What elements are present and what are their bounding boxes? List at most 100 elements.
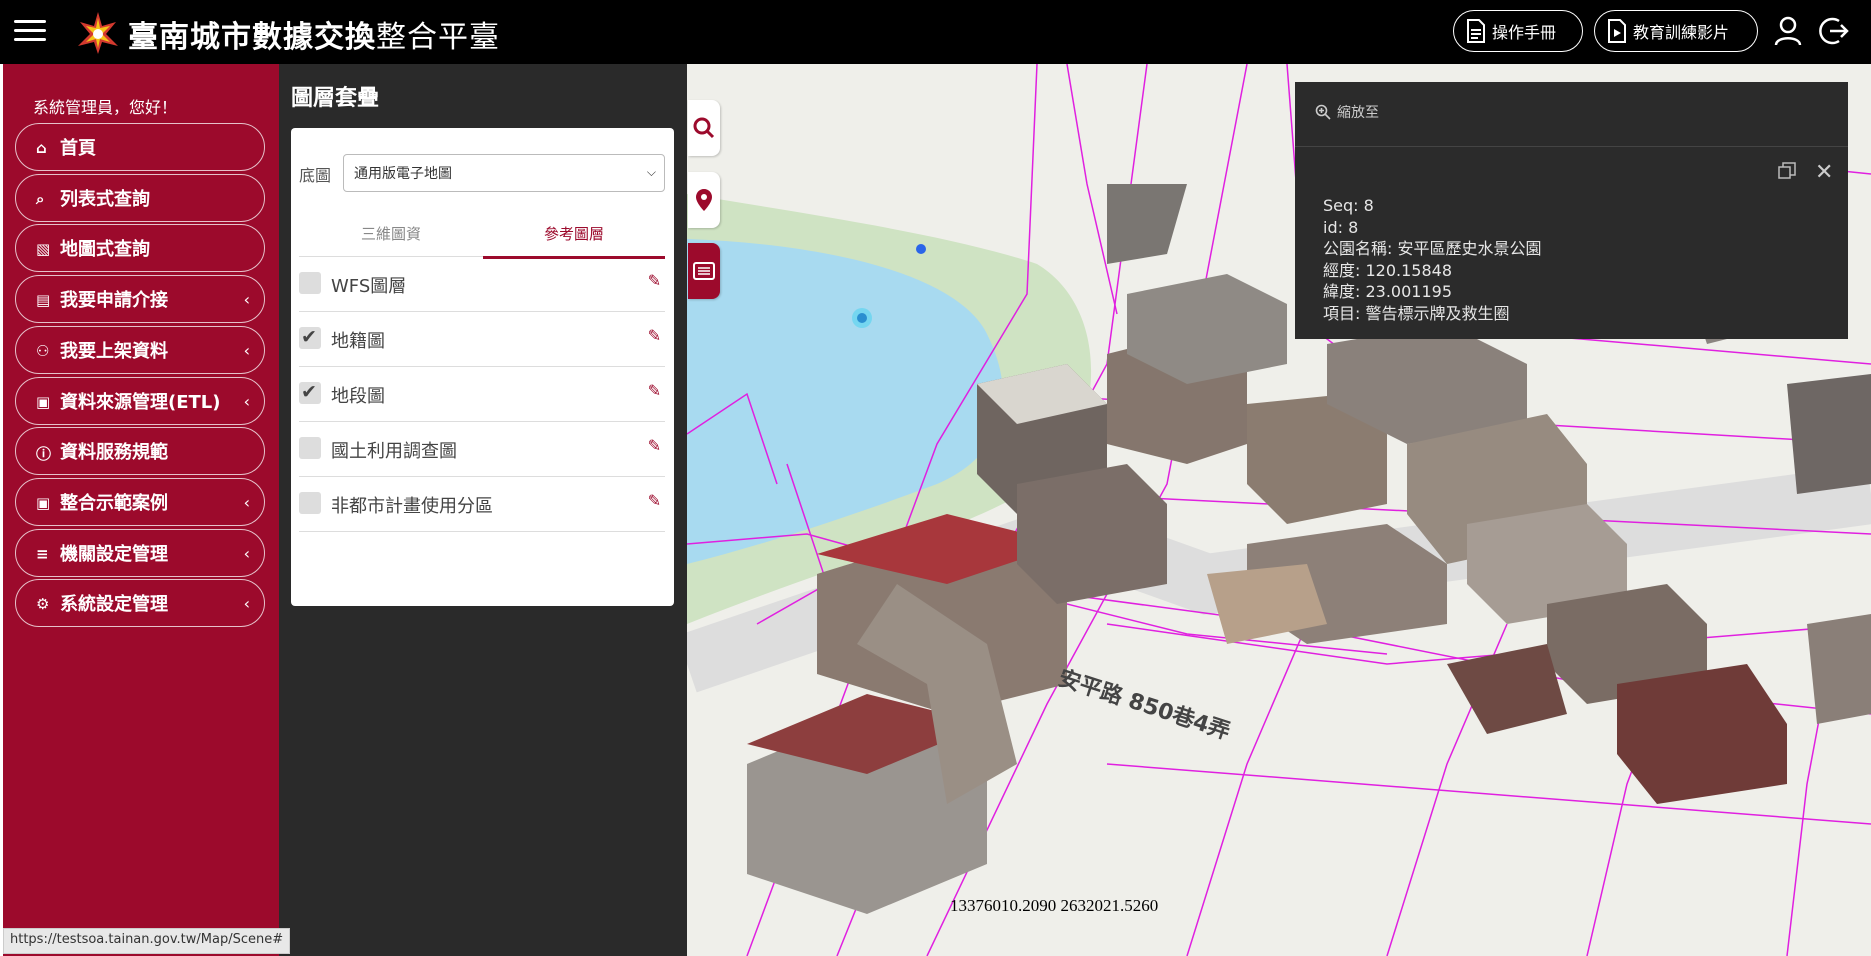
- edit-pencil-icon[interactable]: ✎: [648, 381, 661, 400]
- list-icon: [693, 262, 715, 280]
- layer-checkbox[interactable]: [299, 326, 321, 349]
- tab-3d-data[interactable]: 三維圖資: [299, 216, 483, 257]
- dock-icon[interactable]: [1778, 162, 1796, 180]
- clipboard-icon: ▤: [36, 291, 51, 310]
- edit-pencil-icon[interactable]: ✎: [648, 436, 661, 455]
- layer-label: WFS圖層: [331, 276, 407, 297]
- layer-checkbox[interactable]: [299, 381, 321, 404]
- close-icon[interactable]: ✕: [1815, 160, 1833, 185]
- sidebar-item-label: 系統設定管理: [60, 594, 168, 616]
- popup-attribute-line: id: 8: [1323, 217, 1359, 237]
- search-icon: ⌕: [36, 189, 45, 208]
- sidebar-item-label: 資料服務規範: [60, 442, 168, 464]
- popup-divider: [1295, 146, 1848, 147]
- gear-icon: ⚙: [36, 595, 50, 614]
- sidebar-item-7[interactable]: ▣ 整合示範案例 ‹: [15, 477, 265, 526]
- hamburger-menu-icon[interactable]: [14, 16, 46, 46]
- chevron-left-icon: ‹: [243, 492, 250, 512]
- info-circle-icon: ⓘ: [36, 445, 52, 464]
- home-icon: ⌂: [36, 139, 47, 157]
- sidebar-item-label: 整合示範案例: [60, 492, 168, 514]
- tab-reference-layers[interactable]: 參考圖層: [483, 216, 665, 259]
- chevron-left-icon: ‹: [243, 290, 250, 310]
- layer-row: 國土利用調查圖 ✎: [299, 421, 665, 477]
- share-nodes-icon: ⚇: [36, 341, 50, 360]
- sidebar-item-1[interactable]: ⌕ 列表式查詢: [15, 173, 265, 222]
- sidebar-item-label: 我要上架資料: [60, 340, 168, 362]
- status-bar-url: https://testsoa.tainan.gov.tw/Map/Scene#: [3, 928, 291, 954]
- document-icon: [1467, 19, 1485, 43]
- edit-pencil-icon[interactable]: ✎: [648, 271, 661, 290]
- window-icon: ▣: [36, 493, 51, 512]
- city-logo: [78, 12, 118, 54]
- zoom-to-label: 縮放至: [1337, 105, 1379, 121]
- layer-row: 地段圖 ✎: [299, 366, 665, 422]
- sidebar-item-8[interactable]: ≡ 機關設定管理 ‹: [15, 528, 265, 577]
- layer-list-tool-button[interactable]: [688, 243, 720, 299]
- app-title-main: 臺南城市數據交換: [128, 20, 376, 55]
- chevron-left-icon: ‹: [243, 391, 250, 411]
- chevron-left-icon: ‹: [243, 340, 250, 360]
- manual-label: 操作手冊: [1492, 23, 1557, 42]
- welcome-message: 系統管理員，您好！: [33, 98, 178, 117]
- window-icon: ▣: [36, 392, 51, 411]
- map-pin-icon: [696, 189, 712, 211]
- chevron-left-icon: ‹: [243, 543, 250, 563]
- layer-card: 底圖 通用版電子地圖 ⌵ 三維圖資 參考圖層 WFS圖層✎地籍圖✎地段圖✎國土利…: [291, 128, 674, 606]
- sidebar-item-5[interactable]: ▣ 資料來源管理(ETL) ‹: [15, 376, 265, 425]
- map-3d-scene[interactable]: 安平路 850巷4弄 縮放至 ✕ Seq: 8 id: 8 公園名稱: 安平區歷史水…: [687, 64, 1871, 956]
- search-icon: [693, 117, 715, 139]
- search-tool-button[interactable]: [688, 100, 720, 156]
- layer-label: 國土利用調查圖: [331, 441, 457, 462]
- sidebar-item-3[interactable]: ▤ 我要申請介接 ‹: [15, 275, 265, 324]
- basemap-selected-value: 通用版電子地圖: [354, 166, 452, 182]
- user-icon[interactable]: [1774, 16, 1802, 46]
- sidebar-item-6[interactable]: ⓘ 資料服務規範: [15, 427, 265, 476]
- logout-icon[interactable]: [1817, 15, 1849, 47]
- layer-panel-title: 圖層套疊: [291, 86, 380, 111]
- sidebar-item-label: 機關設定管理: [60, 543, 168, 565]
- training-video-button[interactable]: 教育訓練影片: [1594, 10, 1758, 52]
- top-header: 臺南城市數據交換整合平臺 操作手冊 教育訓練影片: [0, 0, 1871, 64]
- popup-attribute-line: 公園名稱: 安平區歷史水景公園: [1323, 239, 1542, 258]
- layer-label: 非都市計畫使用分區: [331, 496, 493, 517]
- sidebar-item-2[interactable]: ▧ 地圖式查詢: [15, 224, 265, 273]
- popup-attribute-line: 項目: 警告標示牌及救生圈: [1323, 303, 1510, 323]
- layer-checkbox[interactable]: [299, 492, 321, 514]
- layer-label: 地籍圖: [331, 331, 385, 352]
- map-icon: ▧: [36, 240, 51, 259]
- layer-row: 地籍圖 ✎: [299, 311, 665, 367]
- sidebar: 系統管理員，您好！ ⌂ 首頁 ⌕ 列表式查詢 ▧ 地圖式查詢 ▤ 我要申請介接 ‹ ⚇ 我要上架資料…: [3, 64, 279, 956]
- edit-pencil-icon[interactable]: ✎: [648, 326, 661, 345]
- layer-checkbox[interactable]: [299, 272, 321, 294]
- app-title-suffix: 整合平臺: [376, 20, 500, 55]
- basemap-label: 底圖: [299, 166, 332, 185]
- chevron-down-icon: ⌵: [646, 165, 656, 179]
- chevron-left-icon: ‹: [243, 594, 250, 614]
- manual-button[interactable]: 操作手冊: [1453, 10, 1583, 52]
- sidebar-item-9[interactable]: ⚙ 系統設定管理 ‹: [15, 579, 265, 628]
- sidebar-item-label: 資料來源管理(ETL): [60, 391, 221, 413]
- zoom-in-icon: [1315, 104, 1331, 120]
- sidebar-item-label: 首頁: [60, 138, 96, 159]
- sliders-icon: ≡: [36, 544, 49, 563]
- layer-row: 非都市計畫使用分區 ✎: [299, 476, 665, 532]
- layer-checkbox[interactable]: [299, 437, 321, 459]
- zoom-to-button[interactable]: 縮放至: [1315, 102, 1379, 122]
- sidebar-item-label: 地圖式查詢: [60, 239, 150, 261]
- basemap-select[interactable]: 通用版電子地圖 ⌵: [343, 154, 665, 192]
- training-video-label: 教育訓練影片: [1633, 23, 1730, 42]
- layer-label: 地段圖: [331, 386, 385, 407]
- location-marker: [916, 244, 926, 254]
- popup-attribute-line: 經度: 120.15848: [1323, 260, 1453, 280]
- app-title: 臺南城市數據交換整合平臺: [128, 12, 500, 56]
- layer-row: WFS圖層 ✎: [299, 256, 665, 312]
- location-tool-button[interactable]: [688, 172, 720, 228]
- popup-attribute-line: Seq: 8: [1323, 196, 1374, 215]
- feature-info-popup: 縮放至 ✕ Seq: 8 id: 8 公園名稱: 安平區歷史水景公園 經度: 120.…: [1295, 82, 1848, 339]
- sidebar-item-label: 我要申請介接: [60, 290, 168, 312]
- edit-pencil-icon[interactable]: ✎: [648, 491, 661, 510]
- sidebar-item-4[interactable]: ⚇ 我要上架資料 ‹: [15, 325, 265, 374]
- sidebar-item-0[interactable]: ⌂ 首頁: [15, 123, 265, 171]
- sidebar-item-label: 列表式查詢: [60, 188, 150, 210]
